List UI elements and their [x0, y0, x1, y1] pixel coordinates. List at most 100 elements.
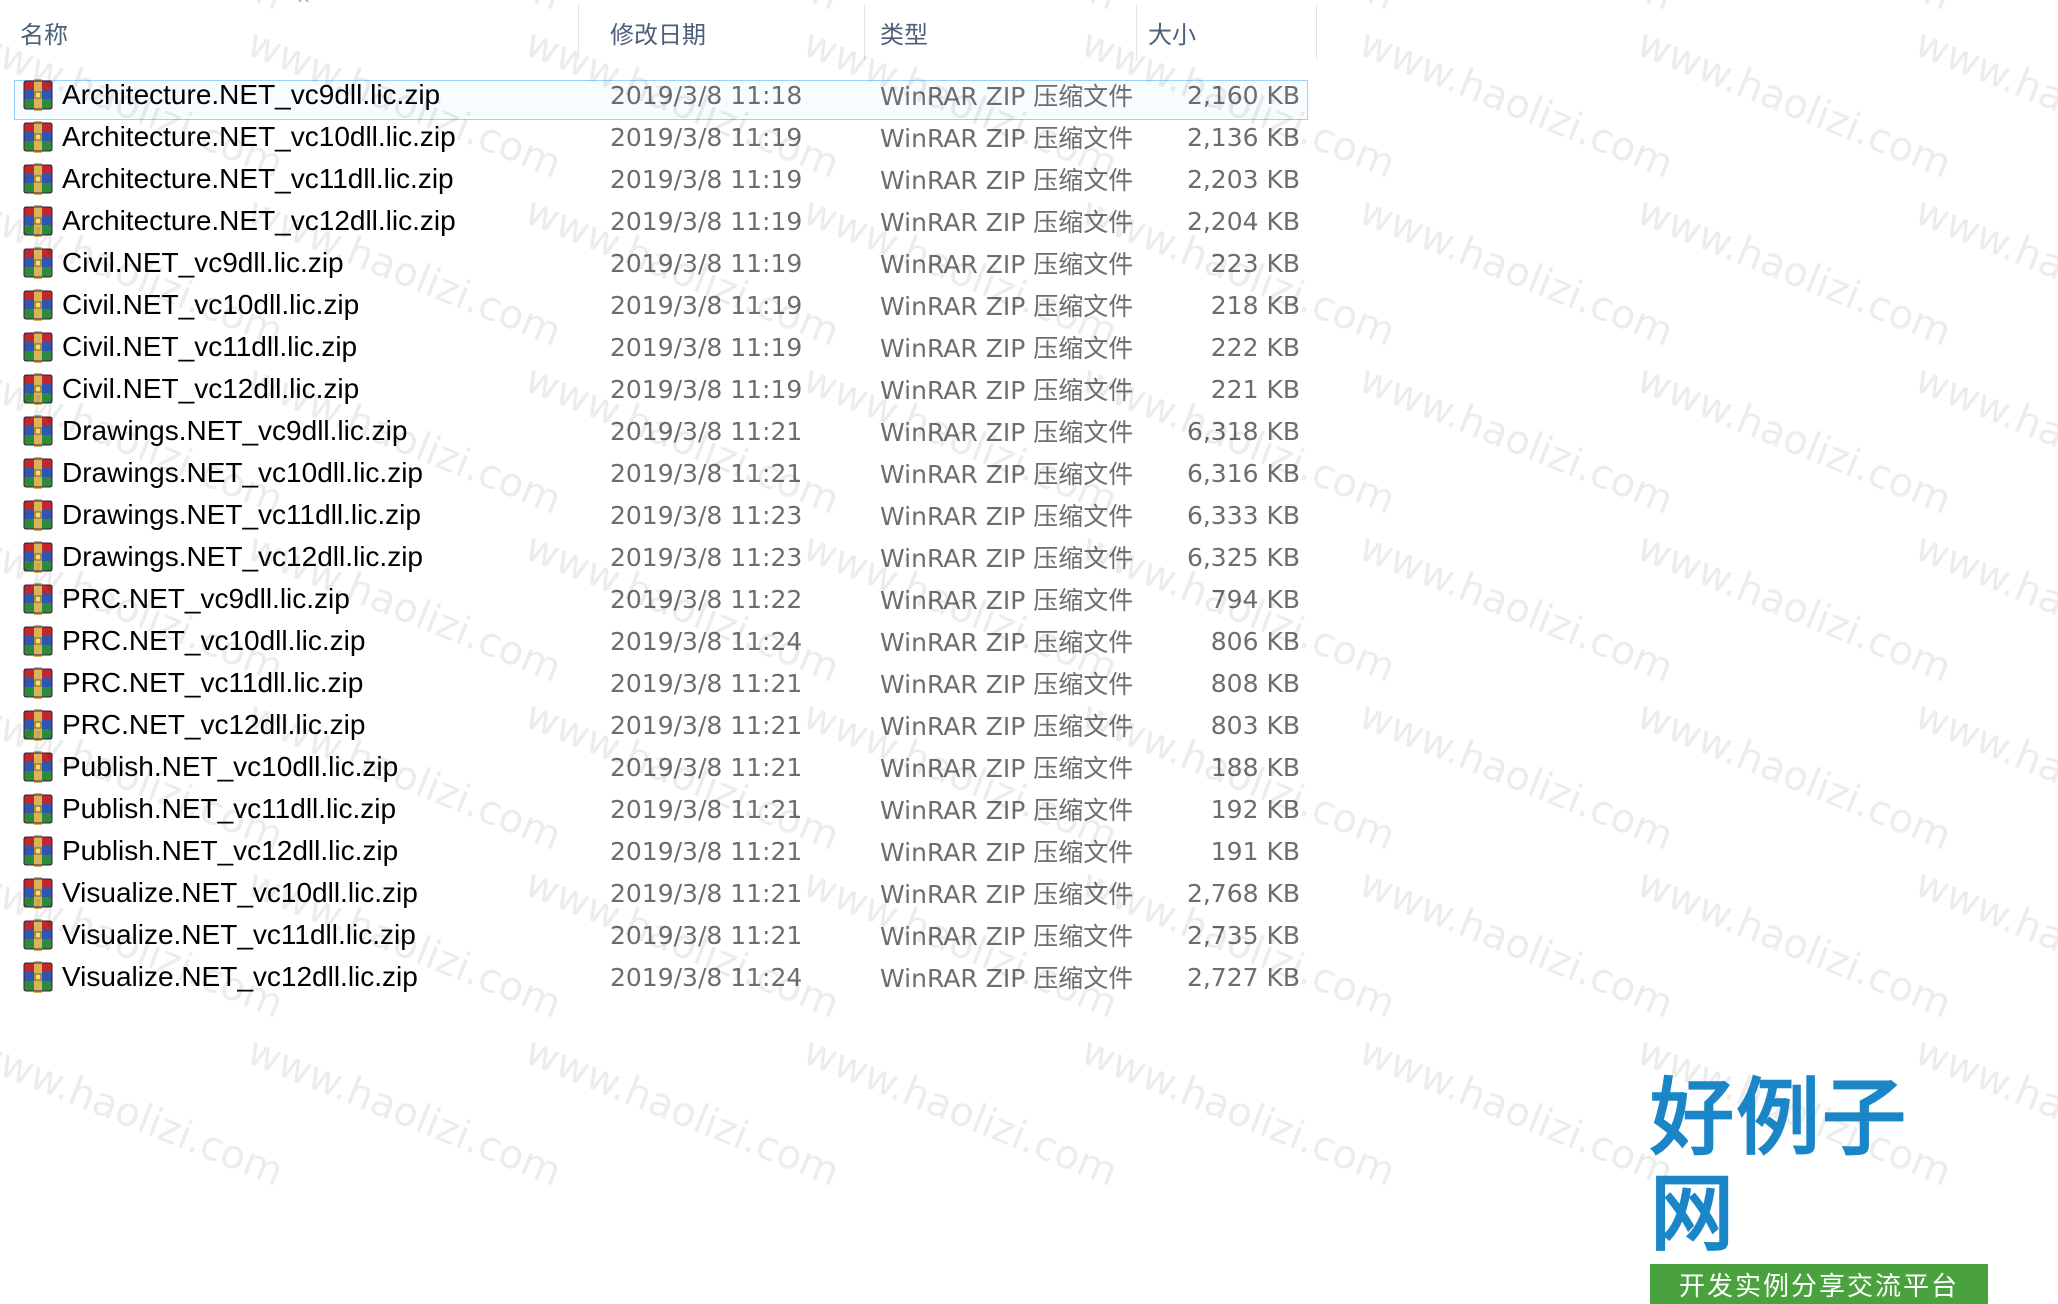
logo-subtitle: 开发实例分享交流平台	[1650, 1264, 1988, 1304]
watermark-text: www.haolizi.com	[1908, 524, 2058, 692]
file-type: WinRAR ZIP 压缩文件	[880, 670, 1134, 699]
file-size: 806 KB	[1210, 626, 1300, 656]
file-name[interactable]: Architecture.NET_vc12dll.lic.zip	[62, 200, 456, 242]
file-type: WinRAR ZIP 压缩文件	[880, 292, 1134, 321]
watermark-text: www.haolizi.com	[1352, 1028, 1680, 1196]
watermark-text: www.haolizi.com	[1909, 0, 2058, 20]
column-header-name[interactable]: 名称	[20, 0, 68, 64]
file-name[interactable]: Drawings.NET_vc12dll.lic.zip	[62, 536, 423, 578]
watermark-text: www.haolizi.com	[1908, 20, 2058, 188]
file-type: WinRAR ZIP 压缩文件	[880, 124, 1134, 153]
file-row[interactable]: Architecture.NET_vc9dll.lic.zip 2019/3/8…	[14, 74, 1308, 120]
file-name[interactable]: Civil.NET_vc11dll.lic.zip	[62, 326, 357, 368]
file-row[interactable]: Architecture.NET_vc11dll.lic.zip 2019/3/…	[14, 158, 1308, 200]
file-size: 221 KB	[1210, 374, 1300, 404]
file-type: WinRAR ZIP 压缩文件	[880, 796, 1134, 825]
column-divider[interactable]	[864, 4, 865, 60]
file-type: WinRAR ZIP 压缩文件	[880, 628, 1134, 657]
file-name[interactable]: Civil.NET_vc12dll.lic.zip	[62, 368, 359, 410]
file-size: 223 KB	[1210, 248, 1300, 278]
file-type: WinRAR ZIP 压缩文件	[880, 922, 1134, 951]
file-name[interactable]: PRC.NET_vc10dll.lic.zip	[62, 620, 365, 662]
watermark-text: www.haolizi.com	[1353, 0, 1680, 20]
column-divider[interactable]	[1316, 4, 1317, 60]
file-name[interactable]: Visualize.NET_vc11dll.lic.zip	[62, 914, 416, 956]
winrar-archive-icon	[22, 331, 54, 363]
file-size: 6,333 KB	[1186, 500, 1300, 530]
file-row[interactable]: Drawings.NET_vc10dll.lic.zip 2019/3/8 11…	[14, 452, 1308, 494]
file-name[interactable]: Drawings.NET_vc10dll.lic.zip	[62, 452, 423, 494]
file-name[interactable]: PRC.NET_vc11dll.lic.zip	[62, 662, 363, 704]
file-name[interactable]: Drawings.NET_vc11dll.lic.zip	[62, 494, 421, 536]
file-row[interactable]: Publish.NET_vc12dll.lic.zip 2019/3/8 11:…	[14, 830, 1308, 872]
winrar-archive-icon	[22, 415, 54, 447]
file-date: 2019/3/8 11:19	[610, 290, 803, 320]
file-row[interactable]: PRC.NET_vc11dll.lic.zip 2019/3/8 11:21 W…	[14, 662, 1308, 704]
file-name[interactable]: Visualize.NET_vc12dll.lic.zip	[62, 956, 418, 998]
file-row[interactable]: Visualize.NET_vc12dll.lic.zip 2019/3/8 1…	[14, 956, 1308, 998]
column-header-type[interactable]: 类型	[880, 0, 928, 64]
file-name[interactable]: Architecture.NET_vc10dll.lic.zip	[62, 116, 456, 158]
file-row[interactable]: Drawings.NET_vc11dll.lic.zip 2019/3/8 11…	[14, 494, 1308, 536]
file-size: 192 KB	[1210, 794, 1300, 824]
winrar-archive-icon	[22, 163, 54, 195]
column-divider[interactable]	[578, 4, 579, 60]
file-size: 2,204 KB	[1186, 206, 1300, 236]
watermark-text: www.haolizi.com	[1630, 20, 1958, 188]
winrar-archive-icon	[22, 877, 54, 909]
file-name[interactable]: PRC.NET_vc9dll.lic.zip	[62, 578, 350, 620]
file-name[interactable]: Publish.NET_vc11dll.lic.zip	[62, 788, 396, 830]
column-divider[interactable]	[1136, 4, 1137, 60]
winrar-archive-icon	[22, 499, 54, 531]
winrar-archive-icon	[22, 919, 54, 951]
file-row[interactable]: Publish.NET_vc10dll.lic.zip 2019/3/8 11:…	[14, 746, 1308, 788]
file-row[interactable]: Visualize.NET_vc10dll.lic.zip 2019/3/8 1…	[14, 872, 1308, 914]
winrar-archive-icon	[22, 247, 54, 279]
file-name[interactable]: Publish.NET_vc12dll.lic.zip	[62, 830, 398, 872]
file-row[interactable]: Publish.NET_vc11dll.lic.zip 2019/3/8 11:…	[14, 788, 1308, 830]
watermark-text: www.haolizi.com	[1352, 356, 1680, 524]
file-size: 2,735 KB	[1186, 920, 1300, 950]
watermark-text: www.haolizi.com	[1630, 692, 1958, 860]
file-type: WinRAR ZIP 压缩文件	[880, 82, 1134, 111]
watermark-text: www.haolizi.com	[1630, 524, 1958, 692]
watermark-text: www.haolizi.com	[1631, 0, 1958, 20]
file-row[interactable]: PRC.NET_vc10dll.lic.zip 2019/3/8 11:24 W…	[14, 620, 1308, 662]
file-date: 2019/3/8 11:19	[610, 122, 803, 152]
file-date: 2019/3/8 11:21	[610, 752, 803, 782]
file-row[interactable]: Civil.NET_vc9dll.lic.zip 2019/3/8 11:19 …	[14, 242, 1308, 284]
file-name[interactable]: Architecture.NET_vc9dll.lic.zip	[62, 74, 440, 116]
file-name[interactable]: Visualize.NET_vc10dll.lic.zip	[62, 872, 418, 914]
file-row[interactable]: PRC.NET_vc12dll.lic.zip 2019/3/8 11:21 W…	[14, 704, 1308, 746]
file-row[interactable]: Civil.NET_vc12dll.lic.zip 2019/3/8 11:19…	[14, 368, 1308, 410]
file-row[interactable]: Drawings.NET_vc12dll.lic.zip 2019/3/8 11…	[14, 536, 1308, 578]
file-row[interactable]: Architecture.NET_vc10dll.lic.zip 2019/3/…	[14, 116, 1308, 158]
winrar-archive-icon	[22, 667, 54, 699]
file-name[interactable]: Publish.NET_vc10dll.lic.zip	[62, 746, 398, 788]
file-size: 2,203 KB	[1186, 164, 1300, 194]
file-row[interactable]: Visualize.NET_vc11dll.lic.zip 2019/3/8 1…	[14, 914, 1308, 956]
file-row[interactable]: Civil.NET_vc11dll.lic.zip 2019/3/8 11:19…	[14, 326, 1308, 368]
winrar-archive-icon	[22, 961, 54, 993]
file-row[interactable]: Architecture.NET_vc12dll.lic.zip 2019/3/…	[14, 200, 1308, 242]
column-header-date[interactable]: 修改日期	[610, 0, 706, 64]
file-date: 2019/3/8 11:21	[610, 416, 803, 446]
file-row[interactable]: Civil.NET_vc10dll.lic.zip 2019/3/8 11:19…	[14, 284, 1308, 326]
file-size: 808 KB	[1210, 668, 1300, 698]
file-date: 2019/3/8 11:21	[610, 878, 803, 908]
file-name[interactable]: Architecture.NET_vc11dll.lic.zip	[62, 158, 454, 200]
winrar-archive-icon	[22, 793, 54, 825]
file-date: 2019/3/8 11:24	[610, 626, 803, 656]
file-row[interactable]: PRC.NET_vc9dll.lic.zip 2019/3/8 11:22 Wi…	[14, 578, 1308, 620]
file-name[interactable]: PRC.NET_vc12dll.lic.zip	[62, 704, 365, 746]
file-name[interactable]: Civil.NET_vc9dll.lic.zip	[62, 242, 344, 284]
file-size: 2,727 KB	[1186, 962, 1300, 992]
file-size: 2,160 KB	[1186, 80, 1300, 110]
file-size: 6,316 KB	[1186, 458, 1300, 488]
file-date: 2019/3/8 11:21	[610, 836, 803, 866]
file-name[interactable]: Civil.NET_vc10dll.lic.zip	[62, 284, 359, 326]
column-header-size[interactable]: 大小	[1148, 0, 1196, 64]
file-name[interactable]: Drawings.NET_vc9dll.lic.zip	[62, 410, 407, 452]
file-row[interactable]: Drawings.NET_vc9dll.lic.zip 2019/3/8 11:…	[14, 410, 1308, 452]
watermark-text: www.haolizi.com	[1352, 188, 1680, 356]
